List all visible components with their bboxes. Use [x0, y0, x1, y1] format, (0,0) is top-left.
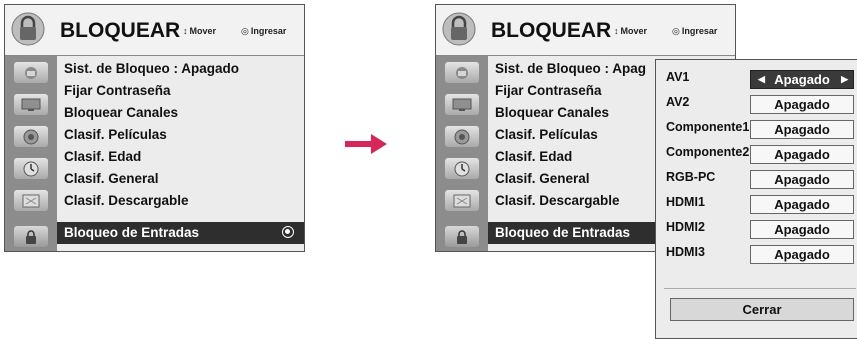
menu-item-downloadable-rating[interactable]: Clasif. Descargable [57, 190, 304, 212]
move-arrows-icon: ↕ [183, 26, 188, 36]
input-label-component1: Componente1 [666, 120, 750, 134]
picture-icon[interactable] [14, 62, 48, 83]
clock-icon[interactable] [14, 158, 48, 179]
input-value-av1[interactable]: ◀ Apagado ▶ [750, 70, 854, 89]
input-label-rgb-pc: RGB-PC [666, 170, 716, 184]
menu-items: Sist. de Bloqueo : Apagado Fijar Contras… [57, 56, 304, 251]
menu-item-lock-system[interactable]: Sist. de Bloqueo : Apagado [57, 58, 304, 80]
input-label-component2: Componente2 [666, 145, 750, 159]
picture-icon[interactable] [445, 62, 479, 83]
lock-icon [442, 12, 476, 46]
close-button[interactable]: Cerrar [670, 298, 854, 321]
input-value-component1[interactable]: Apagado [750, 120, 854, 139]
menu-header: BLOQUEAR ↕ Mover ◎ Ingresar [5, 5, 304, 56]
input-value-hdmi1[interactable]: Apagado [750, 195, 854, 214]
arrow-right-icon [345, 134, 387, 154]
lock-icon[interactable] [445, 226, 479, 247]
menu-item-movie-rating[interactable]: Clasif. Películas [57, 124, 304, 146]
move-hint: ↕ Mover [183, 26, 217, 36]
input-value-hdmi3[interactable]: Apagado [750, 245, 854, 264]
move-arrows-icon: ↕ [614, 26, 619, 36]
input-value-av2[interactable]: Apagado [750, 95, 854, 114]
popup-divider [664, 288, 856, 289]
enter-hint: ◎ Ingresar [241, 26, 287, 36]
menu-item-block-channels[interactable]: Bloquear Canales [57, 102, 304, 124]
menu-item-age-rating[interactable]: Clasif. Edad [57, 146, 304, 168]
ok-button-icon: ◎ [672, 26, 680, 36]
calendar-icon[interactable] [14, 190, 48, 211]
enter-hint: ◎ Ingresar [672, 26, 718, 36]
tv-icon[interactable] [445, 94, 479, 115]
input-value-hdmi2[interactable]: Apagado [750, 220, 854, 239]
clock-icon[interactable] [445, 158, 479, 179]
input-value-rgb-pc[interactable]: Apagado [750, 170, 854, 189]
lock-icon [11, 12, 45, 46]
category-sidebar [436, 56, 488, 251]
speaker-icon[interactable] [14, 126, 48, 147]
calendar-icon[interactable] [445, 190, 479, 211]
ok-icon [282, 226, 294, 238]
right-arrow-icon[interactable]: ▶ [841, 71, 848, 88]
input-block-popup: AV1 ◀ Apagado ▶ AV2 Apagado Componente1 … [655, 59, 857, 339]
input-value-component2[interactable]: Apagado [750, 145, 854, 164]
input-label-av2: AV2 [666, 95, 690, 109]
menu-title: BLOQUEAR [491, 19, 612, 42]
move-hint: ↕ Mover [614, 26, 648, 36]
input-label-hdmi2: HDMI2 [666, 220, 705, 234]
lock-menu-before: BLOQUEAR ↕ Mover ◎ Ingresar Sist. de Bloqu… [4, 4, 305, 252]
lock-icon[interactable] [14, 226, 48, 247]
menu-header: BLOQUEAR ↕ Mover ◎ Ingresar [436, 5, 735, 56]
category-sidebar [5, 56, 57, 251]
tv-icon[interactable] [14, 94, 48, 115]
speaker-icon[interactable] [445, 126, 479, 147]
menu-item-input-block[interactable]: Bloqueo de Entradas [57, 222, 304, 244]
input-label-av1: AV1 [666, 70, 690, 84]
input-label-hdmi1: HDMI1 [666, 195, 705, 209]
input-label-hdmi3: HDMI3 [666, 245, 705, 259]
ok-button-icon: ◎ [241, 26, 249, 36]
menu-item-set-password[interactable]: Fijar Contraseña [57, 80, 304, 102]
left-arrow-icon[interactable]: ◀ [758, 71, 765, 88]
menu-title: BLOQUEAR [60, 19, 181, 42]
menu-item-general-rating[interactable]: Clasif. General [57, 168, 304, 190]
